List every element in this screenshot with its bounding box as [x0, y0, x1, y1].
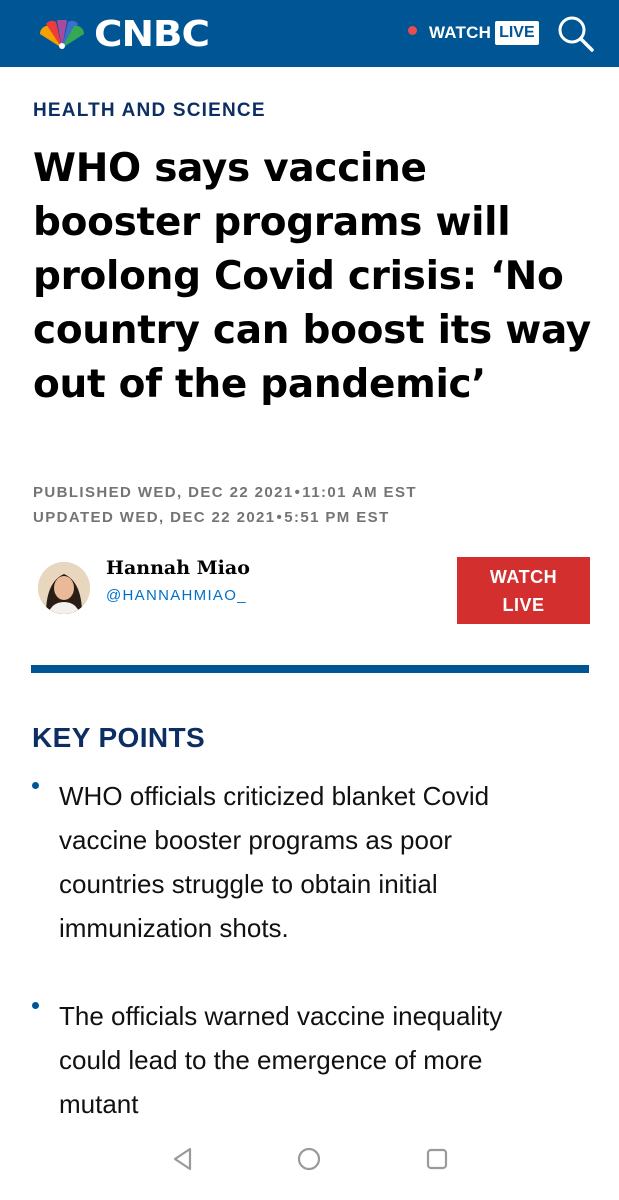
top-bar: CNBC WATCH LIVE: [0, 0, 619, 67]
cnbc-logo[interactable]: CNBC: [36, 16, 210, 54]
search-button[interactable]: [556, 14, 596, 54]
author-avatar[interactable]: [38, 562, 90, 614]
bullet-icon: [32, 1002, 39, 1009]
dot-separator: •: [276, 509, 284, 526]
section-divider: [31, 665, 589, 673]
home-button[interactable]: [296, 1146, 322, 1177]
updated-time: 5:51 PM EST: [284, 509, 390, 526]
published-label: PUBLISHED WED, DEC 22 2021: [33, 484, 294, 501]
key-point-item: WHO officials criticized blanket Covid v…: [32, 774, 552, 950]
article-headline: WHO says vaccine booster programs will p…: [33, 146, 591, 407]
key-point-text: WHO officials criticized blanket Covid v…: [59, 781, 490, 943]
peacock-icon: [39, 20, 85, 49]
live-badge: LIVE: [495, 21, 539, 45]
watch-live-button[interactable]: WATCH LIVE: [457, 557, 590, 624]
author-name[interactable]: Hannah Miao: [106, 557, 250, 579]
back-icon: [173, 1147, 192, 1171]
key-point-item: The officials warned vaccine inequality …: [32, 994, 552, 1126]
watch-label: WATCH: [429, 23, 492, 42]
key-points-list: WHO officials criticized blanket Covid v…: [32, 774, 552, 1126]
updated-label: UPDATED WED, DEC 22 2021: [33, 509, 276, 526]
published-line: PUBLISHED WED, DEC 22 2021•11:01 AM EST: [33, 480, 417, 505]
live-dot-icon: [408, 25, 417, 35]
watch-button-line2: LIVE: [502, 594, 545, 615]
published-time: 11:01 AM EST: [302, 484, 417, 501]
key-points-title: KEY POINTS: [32, 722, 206, 753]
article-dates: PUBLISHED WED, DEC 22 2021•11:01 AM EST …: [33, 480, 417, 530]
updated-line: UPDATED WED, DEC 22 2021•5:51 PM EST: [33, 505, 417, 530]
author-handle[interactable]: @HANNAHMIAO_: [106, 587, 247, 604]
watch-live-link[interactable]: WATCH LIVE: [408, 19, 539, 47]
recents-button[interactable]: [424, 1146, 450, 1177]
brand-wordmark: CNBC: [94, 14, 210, 55]
section-label[interactable]: HEALTH AND SCIENCE: [33, 100, 266, 122]
watch-button-line1: WATCH: [489, 566, 558, 587]
dot-separator: •: [294, 484, 302, 501]
home-icon: [297, 1147, 321, 1171]
key-point-text: The officials warned vaccine inequality …: [59, 1001, 503, 1119]
search-icon: [558, 16, 594, 52]
back-button[interactable]: [170, 1146, 196, 1177]
recents-icon: [426, 1148, 448, 1170]
avatar-image: [38, 562, 90, 614]
bullet-icon: [32, 782, 39, 789]
system-nav-bar: [0, 1122, 619, 1200]
